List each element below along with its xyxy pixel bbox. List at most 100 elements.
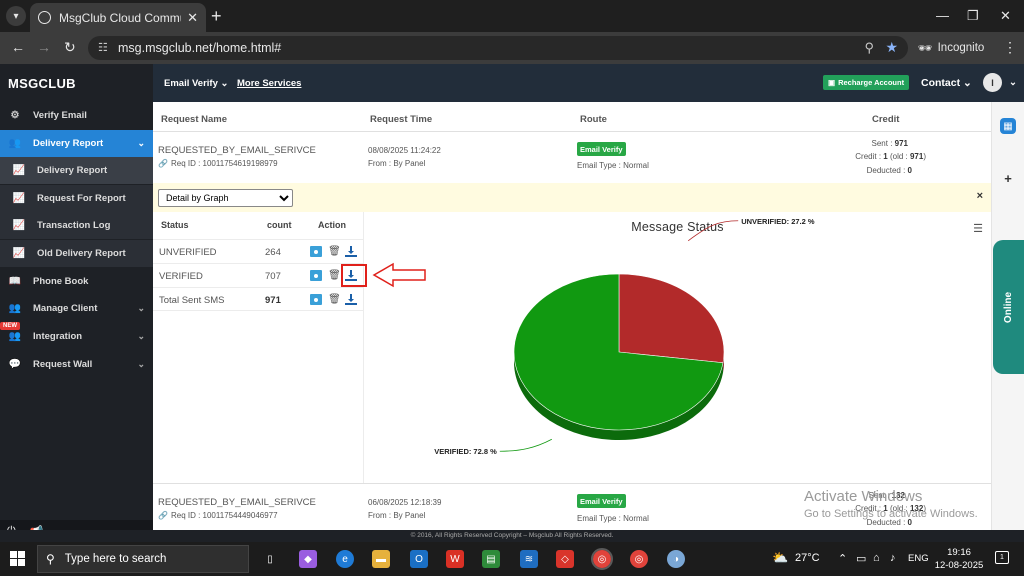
chevron-down-icon: ⌄: [137, 138, 145, 148]
sidebar: MSGCLUB ⚙ Verify Email 👥 Delivery Report…: [0, 64, 153, 542]
browser-menu-icon[interactable]: ⋮: [1003, 39, 1017, 56]
network-icon[interactable]: ⌂: [873, 552, 880, 564]
close-tab-icon[interactable]: ✕: [187, 10, 198, 26]
sidebar-item-integration[interactable]: 👥 Integration ⌄: [0, 323, 153, 350]
url-text: msg.msgclub.net/home.html#: [118, 41, 282, 55]
sidebar-item-manage-client[interactable]: 👥 Manage Client ⌄: [0, 295, 153, 322]
bookmark-star-icon[interactable]: ★: [885, 39, 898, 56]
sidebar-item-label: Phone Book: [33, 276, 89, 287]
sidebar-item-label: Request For Report: [37, 193, 126, 204]
link-icon[interactable]: 🔗: [158, 511, 168, 520]
status-count: 971: [265, 295, 281, 306]
incognito-label: Incognito: [937, 42, 985, 54]
request-source: From : By Panel: [368, 159, 426, 168]
sidebar-subitem-request-for-report[interactable]: 📈 Request For Report: [0, 185, 153, 212]
chevron-up-icon[interactable]: ⌃: [838, 552, 847, 565]
weather-icon[interactable]: ⛅: [772, 550, 788, 566]
language-indicator[interactable]: ENG: [908, 553, 929, 564]
chevron-down-icon[interactable]: ⌄: [1009, 77, 1017, 88]
address-bar-row: ← → ↻ ☷ msg.msgclub.net/home.html# ⚲ ★: [0, 32, 1024, 64]
close-window-icon[interactable]: ✕: [1000, 8, 1011, 24]
notification-icon[interactable]: 1: [995, 551, 1009, 564]
gear-icon: ⚙: [10, 110, 20, 121]
sidebar-subitem-old-delivery-report[interactable]: 📈 Old Delivery Report: [0, 240, 153, 267]
sidebar-item-delivery-report[interactable]: 👥 Delivery Report ⌄: [0, 130, 153, 157]
request-id: 🔗 Req ID : 10011754619198979: [158, 159, 278, 168]
close-icon[interactable]: ×: [977, 190, 983, 202]
sidebar-item-verify-email[interactable]: ⚙ Verify Email: [0, 102, 153, 129]
sidebar-subitem-delivery-report[interactable]: 📈 Delivery Report: [0, 157, 153, 184]
reload-icon[interactable]: ↻: [64, 39, 76, 56]
recharge-account-button[interactable]: ▣ Recharge Account: [823, 75, 910, 90]
trash-icon[interactable]: 🗑: [328, 270, 341, 281]
clock[interactable]: 19:16 12-08-2025: [931, 546, 987, 572]
link-icon[interactable]: 🔗: [158, 159, 168, 168]
back-icon[interactable]: ←: [11, 39, 25, 55]
header-request-name: Request Name: [161, 114, 227, 125]
online-chat-tab[interactable]: Online: [993, 240, 1024, 374]
url-field[interactable]: ☷ msg.msgclub.net/home.html# ⚲ ★: [88, 36, 908, 60]
restore-icon[interactable]: ❐: [967, 8, 979, 24]
status-row-total: Total Sent SMS 971 🗑: [153, 287, 364, 311]
chrome-icon[interactable]: ◎: [630, 550, 648, 568]
trash-icon[interactable]: 🗑: [328, 246, 341, 257]
network-app-icon[interactable]: ≋: [520, 550, 538, 568]
edge-icon[interactable]: e: [336, 550, 354, 568]
copilot-icon[interactable]: ◆: [299, 550, 317, 568]
calendar-icon[interactable]: ▦: [1000, 118, 1016, 134]
status-table: Status count Action UNVERIFIED 264 🗑 VER…: [153, 212, 364, 484]
trash-icon[interactable]: 🗑: [328, 294, 341, 305]
windows-start-icon[interactable]: [10, 551, 25, 566]
contact-card-icon[interactable]: [310, 270, 322, 281]
incognito-indicator[interactable]: 🕶 Incognito: [918, 38, 992, 58]
brand-logo: MSGCLUB: [8, 76, 76, 91]
sidebar-item-label: Delivery Report: [33, 138, 104, 149]
sidebar-item-request-wall[interactable]: 💬 Request Wall ⌄: [0, 351, 153, 378]
status-name: UNVERIFIED: [159, 247, 217, 258]
anydesk-icon[interactable]: ◇: [556, 550, 574, 568]
app-icon[interactable]: ◑: [667, 550, 685, 568]
message-status-chart: Message Status ☰ UNVERIFIED: 27.2 % VERI…: [364, 212, 991, 484]
battery-icon[interactable]: ▭: [856, 552, 866, 565]
download-icon[interactable]: [345, 294, 357, 305]
contact-card-icon[interactable]: [310, 294, 322, 305]
sidebar-item-phone-book[interactable]: 📖 Phone Book: [0, 268, 153, 295]
wps-icon[interactable]: W: [446, 550, 464, 568]
main-content: Request Name Request Time Route Credit R…: [153, 102, 991, 530]
more-services-link[interactable]: More Services: [237, 78, 301, 89]
sidebar-item-label: Request Wall: [33, 359, 93, 370]
taskbar-search[interactable]: ⚲ Type here to search: [37, 545, 249, 573]
task-view-icon[interactable]: ▯: [261, 550, 279, 568]
zoom-icon[interactable]: ⚲: [864, 40, 874, 56]
volume-icon[interactable]: ♪: [890, 552, 896, 564]
sidebar-subitem-transaction-log[interactable]: 📈 Transaction Log: [0, 212, 153, 239]
contact-card-icon[interactable]: [310, 246, 322, 257]
site-info-icon[interactable]: ☷: [98, 41, 108, 54]
chrome-icon[interactable]: ◎: [591, 548, 613, 570]
header-credit: Credit: [872, 114, 900, 125]
users-icon: 👥: [8, 138, 22, 149]
outlook-icon[interactable]: O: [410, 550, 428, 568]
status-count: 264: [265, 247, 281, 258]
detail-view-select[interactable]: Detail by Graph: [158, 189, 293, 207]
search-icon: ⚲: [46, 552, 55, 566]
file-explorer-icon[interactable]: ▬: [372, 550, 390, 568]
status-row-verified: VERIFIED 707 🗑: [153, 263, 364, 287]
minimize-icon[interactable]: —: [936, 8, 949, 23]
status-name: VERIFIED: [159, 271, 203, 282]
forward-icon[interactable]: →: [37, 39, 51, 55]
plus-icon[interactable]: +: [1000, 170, 1016, 186]
email-verify-menu[interactable]: Email Verify ⌄: [164, 78, 228, 89]
browser-tab[interactable]: MsgClub Cloud Communication ✕: [30, 3, 206, 32]
contact-menu[interactable]: Contact ⌄: [921, 77, 972, 89]
new-tab-icon[interactable]: +: [211, 6, 222, 26]
activation-watermark-title: Activate Windows: [804, 488, 923, 505]
temperature[interactable]: 27°C: [795, 552, 820, 564]
spreadsheet-icon[interactable]: ▤: [482, 550, 500, 568]
sidebar-item-label: Transaction Log: [37, 220, 111, 231]
download-icon[interactable]: [345, 246, 357, 257]
tab-search-icon[interactable]: ▾: [6, 6, 26, 26]
header-route: Route: [580, 114, 607, 125]
chart-icon: 📈: [12, 248, 26, 259]
avatar[interactable]: I: [983, 73, 1002, 92]
